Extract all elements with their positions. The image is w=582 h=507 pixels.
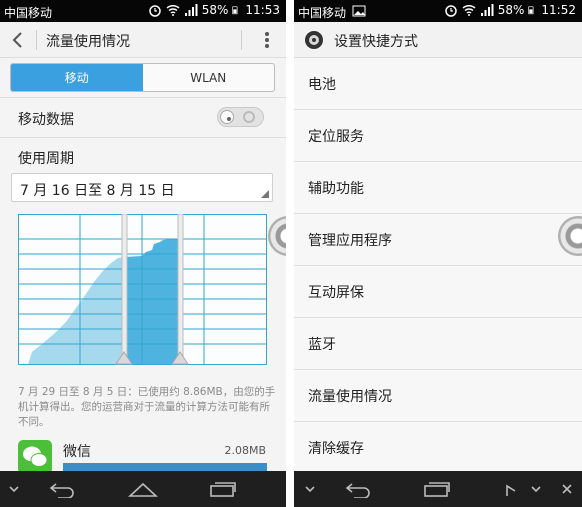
nav-recent-icon[interactable]: [422, 480, 452, 498]
nav-down-icon[interactable]: [530, 480, 542, 498]
signal-icon: [480, 4, 494, 16]
shortcut-item-data-usage[interactable]: 流量使用情况: [294, 370, 582, 422]
shortcut-picker-screen: 中国移动 58% 11:52 设置快捷方式 电池 定位服务 辅助功能 管理应用程…: [294, 0, 582, 507]
app-usage-bar: [63, 463, 267, 471]
usage-note: 7 月 29 日至 8 月 5 日：已使用约 8.86MB，由您的手机计算得出。…: [18, 386, 276, 428]
nav-back-icon[interactable]: [48, 480, 76, 498]
carrier-label: 中国移动: [4, 6, 53, 20]
list-item-label: 管理应用程序: [308, 233, 392, 249]
shortcut-item-manage-apps[interactable]: 管理应用程序: [294, 214, 582, 266]
dropdown-corner-icon: [261, 190, 269, 198]
nav-back-icon[interactable]: [344, 480, 372, 498]
clock-time: 11:52: [541, 3, 576, 17]
divider: [241, 30, 242, 50]
action-bar: 设置快捷方式: [294, 22, 582, 58]
list-item-label: 蓝牙: [308, 337, 336, 353]
nav-recent-icon[interactable]: [208, 480, 238, 498]
status-bar: 中国移动 58% 11:52: [294, 0, 582, 22]
toggle-knob: [220, 110, 234, 124]
signal-icon: [184, 4, 198, 16]
shortcut-item-bluetooth[interactable]: 蓝牙: [294, 318, 582, 370]
data-usage-screen: 中国移动 58% 11:53 流量使用情况 移动 WLAN 移动数据 使用周期 …: [0, 0, 286, 507]
network-tabs: 移动 WLAN: [10, 63, 275, 92]
list-item-label: 电池: [308, 77, 336, 93]
divider: [0, 97, 286, 98]
tab-wlan[interactable]: WLAN: [143, 64, 275, 91]
chat-bubbles-icon: [23, 446, 48, 467]
tab-mobile[interactable]: 移动: [11, 64, 143, 91]
list-item-label: 流量使用情况: [308, 389, 392, 405]
page-title: 流量使用情况: [46, 34, 130, 50]
usage-chart: [18, 214, 267, 366]
usage-area-selected: [125, 238, 180, 364]
app-name: 微信: [63, 444, 91, 460]
alarm-icon: [148, 5, 161, 17]
alarm-icon: [444, 5, 457, 17]
nav-close-icon[interactable]: [560, 480, 574, 498]
wechat-app-icon: [18, 440, 52, 474]
shortcut-item-location[interactable]: 定位服务: [294, 110, 582, 162]
wifi-icon: [166, 4, 180, 16]
app-usage-row[interactable]: 微信 2.08MB: [0, 436, 286, 474]
divider: [36, 30, 37, 50]
navigation-bar: [294, 471, 582, 507]
divider: [0, 137, 286, 138]
carrier-label: 中国移动: [298, 6, 347, 20]
list-item-label: 互动屏保: [308, 285, 364, 301]
battery-percent: 58%: [497, 3, 525, 17]
floating-dock-handle[interactable]: [268, 216, 286, 256]
overflow-menu-icon[interactable]: [262, 30, 272, 50]
wifi-icon: [462, 4, 476, 16]
battery-icon: [528, 6, 534, 15]
action-bar: 流量使用情况: [0, 22, 286, 58]
mobile-data-toggle[interactable]: [217, 107, 264, 127]
battery-percent: 58%: [201, 3, 229, 17]
shortcut-item-screensaver[interactable]: 互动屏保: [294, 266, 582, 318]
nav-down-icon[interactable]: [8, 480, 20, 498]
list-item-label: 清除缓存: [308, 441, 364, 457]
list-item-label: 辅助功能: [308, 181, 364, 197]
nav-extra-icon[interactable]: [504, 480, 518, 498]
shortcut-item-clear-cache[interactable]: 清除缓存: [294, 422, 582, 474]
usage-cycle-label: 使用周期: [18, 151, 74, 167]
shortcut-item-accessibility[interactable]: 辅助功能: [294, 162, 582, 214]
navigation-bar: [0, 471, 286, 507]
list-item-label: 定位服务: [308, 129, 364, 145]
usage-cycle-dropdown[interactable]: 7 月 16 日至 8 月 15 日: [11, 173, 273, 202]
nav-home-icon[interactable]: [128, 480, 158, 498]
usage-cycle-value: 7 月 16 日至 8 月 15 日: [20, 183, 175, 199]
toggle-off-mark: [243, 111, 255, 123]
status-bar: 中国移动 58% 11:53: [0, 0, 286, 22]
shortcut-item-battery[interactable]: 电池: [294, 58, 582, 110]
app-data-size: 2.08MB: [224, 444, 266, 457]
page-title: 设置快捷方式: [334, 34, 418, 50]
battery-icon: [232, 6, 238, 15]
nav-down-icon[interactable]: [304, 480, 316, 498]
image-notification-icon: [352, 5, 366, 17]
settings-gear-icon: [305, 31, 323, 49]
clock-time: 11:53: [245, 3, 280, 17]
mobile-data-label: 移动数据: [18, 112, 74, 128]
toggle-dot: [227, 117, 231, 121]
back-arrow-icon[interactable]: [8, 30, 28, 50]
